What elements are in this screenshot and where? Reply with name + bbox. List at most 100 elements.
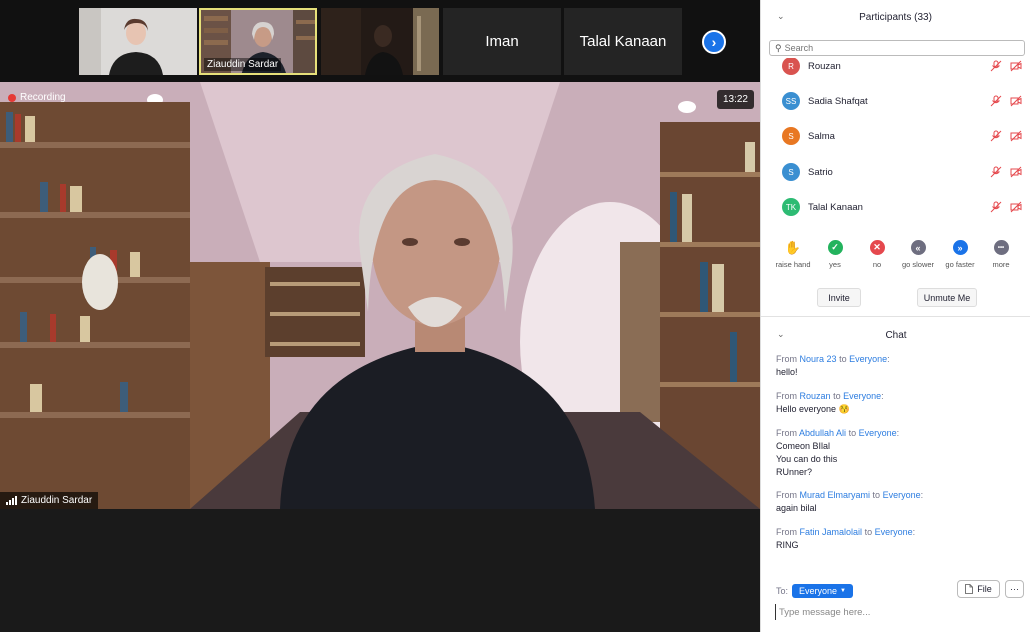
- divider: [761, 316, 1030, 317]
- unmute-me-button[interactable]: Unmute Me: [917, 288, 977, 307]
- mic-muted-icon[interactable]: [990, 201, 1002, 213]
- x-icon: ✕: [869, 240, 885, 255]
- main-speaker-video[interactable]: Recording 13:22 Ziauddin Sardar: [0, 82, 760, 509]
- recipient-dropdown[interactable]: Everyone ▼: [792, 584, 853, 598]
- more-reactions-button[interactable]: ••• more: [978, 240, 1024, 269]
- meeting-timer: 13:22: [716, 90, 754, 109]
- more-options-button[interactable]: ···: [1005, 580, 1024, 598]
- thumbnail-name: Iman: [485, 33, 519, 50]
- thumbnail-name: Ziauddin Sardar: [204, 58, 282, 71]
- video-area: Ziauddin Sardar Iman Talal Kanaan › Reco…: [0, 0, 760, 632]
- reaction-label: more: [992, 260, 1010, 269]
- avatar: S: [782, 163, 800, 181]
- avatar: R: [782, 58, 800, 75]
- reaction-bar: ✋ raise hand ✓ yes ✕ no « go slower » go…: [761, 240, 1030, 276]
- speaker-video-frame: [0, 82, 760, 509]
- avatar: S: [782, 127, 800, 145]
- to-word: to: [848, 428, 857, 438]
- to-word: to: [864, 527, 873, 537]
- chat-messages: From Noura 23 to Everyone: hello! From R…: [776, 353, 1026, 573]
- participant-row[interactable]: R Rouzan: [761, 58, 1030, 80]
- record-dot-icon: [8, 93, 16, 102]
- message-text: RING: [776, 540, 799, 550]
- invite-button[interactable]: Invite: [817, 288, 861, 307]
- caret-down-icon: ▼: [840, 588, 846, 594]
- go-faster-button[interactable]: » go faster: [937, 240, 983, 269]
- no-button[interactable]: ✕ no: [854, 240, 900, 269]
- participant-thumbnail[interactable]: [79, 8, 197, 75]
- chat-message: From Abdullah Ali to Everyone: Comeon BI…: [776, 427, 1026, 479]
- avatar: TK: [782, 198, 800, 216]
- mic-muted-icon[interactable]: [990, 130, 1002, 142]
- reaction-label: go slower: [901, 260, 935, 269]
- message-sender[interactable]: Abdullah Ali: [799, 428, 846, 438]
- more-dots-icon: •••: [993, 240, 1009, 255]
- mic-muted-icon[interactable]: [990, 60, 1002, 72]
- chat-message: From Noura 23 to Everyone: hello!: [776, 353, 1026, 379]
- message-sender[interactable]: Fatin Jamalolail: [800, 527, 863, 537]
- video-off-icon[interactable]: [1010, 201, 1022, 213]
- message-text: hello!: [776, 367, 798, 377]
- go-slower-button[interactable]: « go slower: [895, 240, 941, 269]
- mic-muted-icon[interactable]: [990, 95, 1002, 107]
- empty-video-space: [0, 509, 760, 632]
- rewind-icon: «: [910, 240, 926, 255]
- to-word: to: [839, 354, 847, 364]
- message-input[interactable]: [775, 604, 1025, 620]
- gallery-strip: Ziauddin Sardar Iman Talal Kanaan ›: [0, 0, 760, 82]
- message-text: again bilal: [776, 503, 817, 513]
- participant-thumbnail[interactable]: [321, 8, 439, 75]
- search-input[interactable]: [784, 43, 1005, 53]
- side-panel: ⌄ Participants (33) ⚲ R Rouzan SS Sadia …: [760, 0, 1030, 632]
- chat-message: From Murad Elmaryami to Everyone: again …: [776, 489, 1026, 515]
- file-icon: [965, 584, 974, 594]
- message-recipient[interactable]: Everyone: [843, 391, 881, 401]
- check-icon: ✓: [827, 240, 843, 255]
- participant-name: Satrio: [808, 166, 833, 178]
- participant-row[interactable]: TK Talal Kanaan: [761, 193, 1030, 221]
- recipient-value: Everyone: [799, 586, 838, 596]
- mic-muted-icon[interactable]: [990, 166, 1002, 178]
- message-sender[interactable]: Rouzan: [800, 391, 831, 401]
- reaction-label: go faster: [945, 260, 975, 269]
- message-text: Hello everyone 😚: [776, 404, 850, 414]
- thumbnail-name: Talal Kanaan: [579, 33, 667, 50]
- participant-list: R Rouzan SS Sadia Shafqat S Salma S Satr…: [761, 58, 1030, 228]
- file-label: File: [977, 584, 992, 594]
- message-sender[interactable]: Murad Elmaryami: [800, 490, 871, 500]
- participant-row[interactable]: S Salma: [761, 122, 1030, 150]
- participants-title: Participants (33): [859, 11, 932, 23]
- message-recipient[interactable]: Everyone: [883, 490, 921, 500]
- participant-thumbnail[interactable]: Talal Kanaan: [564, 8, 682, 75]
- video-off-icon[interactable]: [1010, 60, 1022, 72]
- to-word: to: [872, 490, 881, 500]
- video-off-icon[interactable]: [1010, 95, 1022, 107]
- message-recipient[interactable]: Everyone: [875, 527, 913, 537]
- video-off-icon[interactable]: [1010, 166, 1022, 178]
- from-word: From: [776, 490, 797, 500]
- participant-actions: Invite Unmute Me: [761, 288, 1030, 308]
- chat-header: ⌄ Chat: [761, 318, 1030, 352]
- participant-row[interactable]: SS Sadia Shafqat: [761, 87, 1030, 115]
- chat-message: From Fatin Jamalolail to Everyone: RING: [776, 526, 1026, 552]
- yes-button[interactable]: ✓ yes: [812, 240, 858, 269]
- message-text: RUnner?: [776, 467, 813, 477]
- message-sender[interactable]: Noura 23: [800, 354, 837, 364]
- participant-search[interactable]: ⚲: [769, 40, 1025, 56]
- file-button[interactable]: File: [957, 580, 1000, 598]
- message-recipient[interactable]: Everyone: [859, 428, 897, 438]
- avatar: SS: [782, 92, 800, 110]
- video-off-icon[interactable]: [1010, 130, 1022, 142]
- collapse-chevron-icon[interactable]: ⌄: [777, 329, 785, 340]
- message-recipient[interactable]: Everyone: [849, 354, 887, 364]
- from-word: From: [776, 391, 797, 401]
- collapse-chevron-icon[interactable]: ⌄: [777, 11, 785, 22]
- participant-row[interactable]: S Satrio: [761, 158, 1030, 186]
- participant-thumbnail-active[interactable]: Ziauddin Sardar: [199, 8, 317, 75]
- raise-hand-button[interactable]: ✋ raise hand: [770, 240, 816, 270]
- chat-title: Chat: [885, 329, 907, 341]
- next-page-button[interactable]: ›: [702, 30, 726, 54]
- recording-label: Recording: [20, 92, 66, 103]
- fast-forward-icon: »: [952, 240, 968, 255]
- participant-thumbnail[interactable]: Iman: [443, 8, 561, 75]
